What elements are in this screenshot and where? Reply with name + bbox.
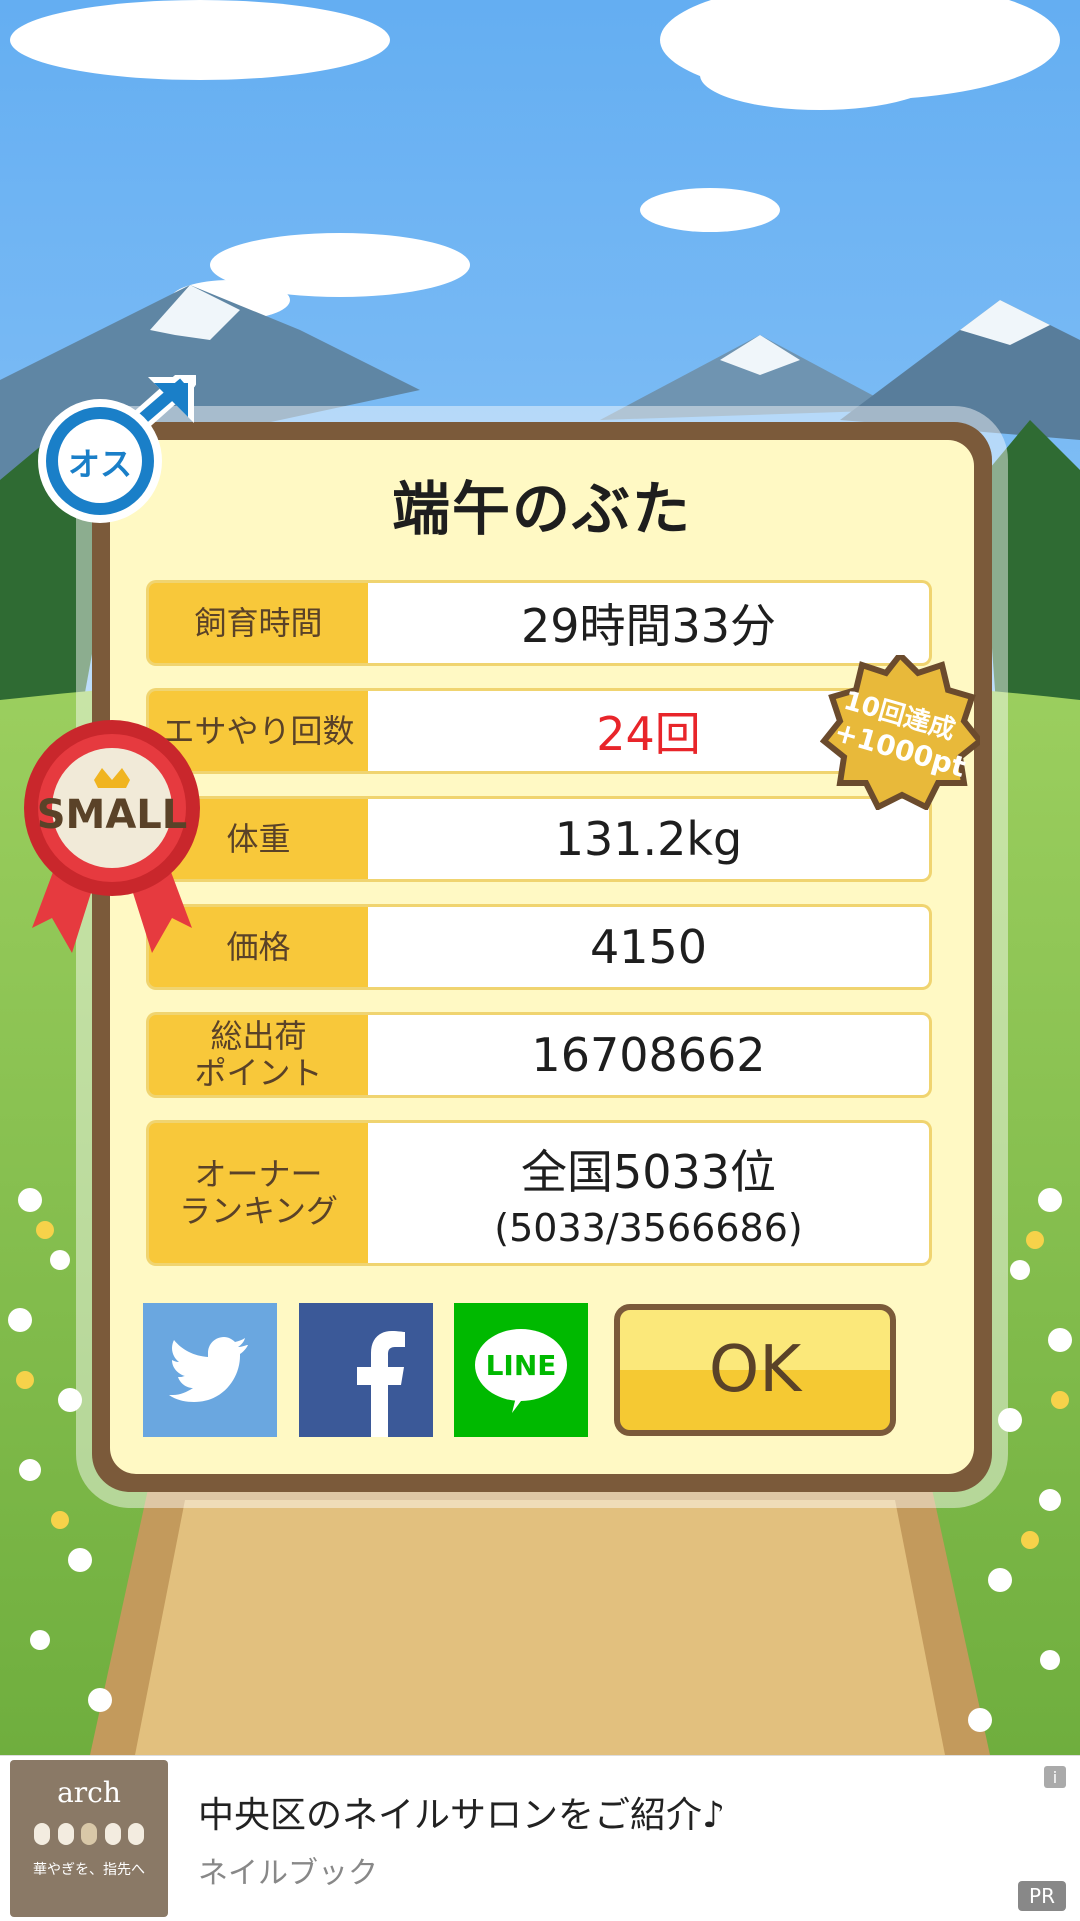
size-rosette-badge: SMALL [22,718,202,958]
ranking-national: 全国5033位 [520,1145,777,1199]
stat-label: 総出荷 ポイント [146,1012,368,1098]
stat-row-weight: 体重 131.2kg [146,796,932,882]
facebook-icon [357,1331,405,1437]
line-share-button[interactable]: LINE [454,1303,588,1437]
twitter-icon [169,1337,248,1402]
stat-row-price: 価格 4150 [146,904,932,990]
ad-source: ネイルブック [198,1856,378,1891]
pig-name-title: 端午のぶた [391,475,692,543]
ad-thumb-nails [34,1823,144,1845]
stat-row-owner-ranking: オーナー ランキング 全国5033位 (5033/3566686) [146,1120,932,1266]
stat-row-feed-count: エサやり回数 24回 [146,688,932,774]
stat-value: 29時間33分 [368,580,932,666]
stat-value: 16708662 [368,1012,932,1098]
twitter-share-button[interactable] [143,1303,277,1437]
ad-info-icon[interactable]: i [1044,1766,1066,1788]
line-label: LINE [485,1349,557,1382]
stat-row-breeding-time: 飼育時間 29時間33分 [146,580,932,666]
stat-label: オーナー ランキング [146,1120,368,1266]
ok-button[interactable]: OK [614,1304,896,1436]
size-label: SMALL [36,792,188,838]
rosette-icon [24,720,200,953]
ad-thumbnail[interactable]: arch 華やぎを、指先へ [10,1760,168,1917]
facebook-share-button[interactable] [299,1303,433,1437]
stat-value-group: 全国5033位 (5033/3566686) [368,1120,932,1266]
ranking-detail: (5033/3566686) [494,1206,803,1250]
achievement-seal-badge: 10回達成 +1000pt [819,650,985,812]
ad-title[interactable]: 中央区のネイルサロンをご紹介♪ [198,1786,725,1838]
ad-banner[interactable]: arch 華やぎを、指先へ 中央区のネイルサロンをご紹介♪ ネイルブック i P… [0,1755,1080,1921]
ad-thumb-caption: 華やぎを、指先へ [33,1862,145,1878]
stat-label: 飼育時間 [146,580,368,666]
stat-value: 4150 [368,904,932,990]
gender-label: オス [67,445,132,483]
male-gender-badge: オス [36,369,197,525]
stat-row-total-shipping-points: 総出荷 ポイント 16708662 [146,1012,932,1098]
ad-thumb-title: arch [57,1776,121,1809]
ad-pr-label: PR [1018,1881,1066,1911]
